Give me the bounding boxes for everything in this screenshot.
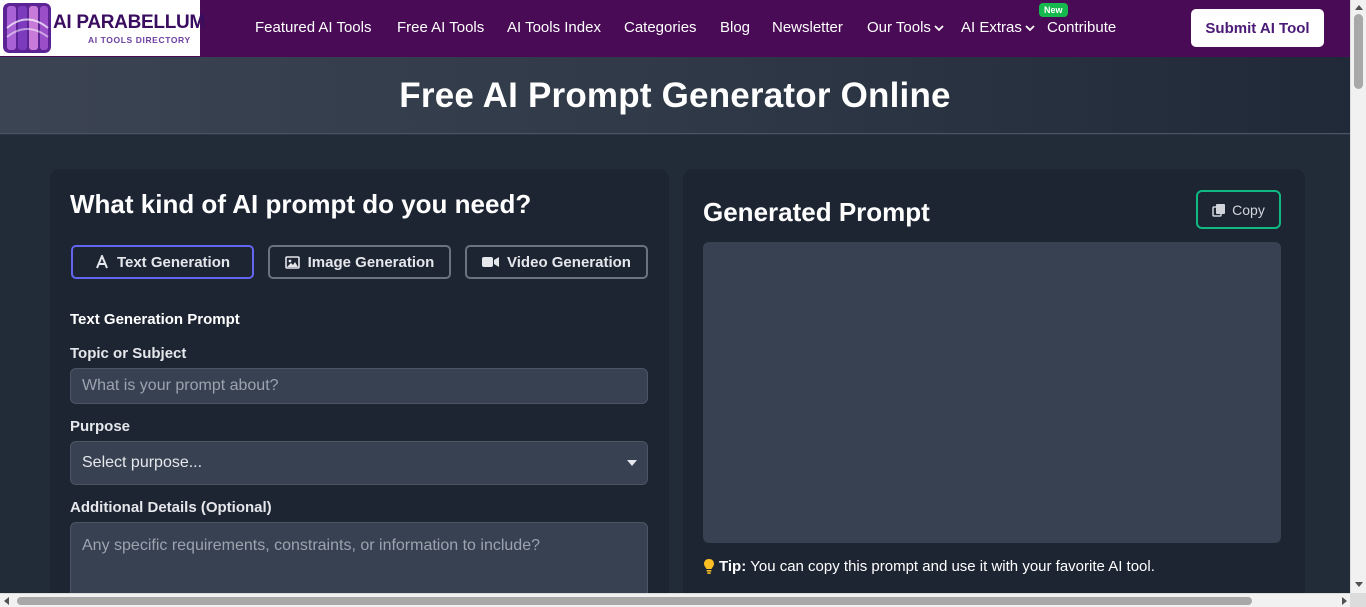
nav-free-ai-tools[interactable]: Free AI Tools [397,19,484,36]
details-label: Additional Details (Optional) [70,499,272,516]
horizontal-scroll-thumb[interactable] [17,597,1252,605]
tab-text-generation-label: Text Generation [116,253,231,271]
chevron-down-icon [1025,25,1035,32]
chevron-down-icon [934,25,944,32]
scroll-up-arrow-icon[interactable] [1355,5,1363,10]
caret-down-icon [627,460,637,466]
purpose-select[interactable]: Select purpose... [70,441,648,485]
page-title: Free AI Prompt Generator Online [399,76,951,115]
brand-logo[interactable]: AI PARABELLUM AI TOOLS DIRECTORY [0,0,205,56]
brand-logo-mark-icon [3,3,51,53]
generated-prompt-output[interactable] [703,242,1281,543]
tab-image-generation[interactable]: Image Generation [268,245,451,279]
nav-categories[interactable]: Categories [624,19,697,36]
horizontal-scrollbar[interactable] [0,593,1366,607]
copy-button[interactable]: Copy [1196,190,1281,229]
hero-banner: Free AI Prompt Generator Online [0,57,1350,134]
tip-text: Tip: You can copy this prompt and use it… [703,558,1155,575]
scroll-left-arrow-icon[interactable] [4,597,9,605]
nav-featured-ai-tools[interactable]: Featured AI Tools [255,19,371,36]
nav-newsletter[interactable]: Newsletter [772,19,843,36]
nav-our-tools-dropdown[interactable]: Our Tools [867,19,944,36]
scrollbar-corner [1350,593,1366,607]
tab-video-generation[interactable]: Video Generation [465,245,648,279]
topic-input[interactable] [70,368,648,404]
tip-message: You can copy this prompt and use it with… [750,558,1155,575]
top-navbar: AI PARABELLUM AI TOOLS DIRECTORY Feature… [0,0,1350,57]
video-icon [482,257,500,267]
scroll-right-arrow-icon[interactable] [1342,597,1347,605]
form-section-title: Text Generation Prompt [70,311,240,328]
brand-tagline: AI TOOLS DIRECTORY [88,35,191,45]
copy-icon [1212,203,1226,217]
generated-prompt-title: Generated Prompt [703,197,930,227]
vertical-scroll-thumb[interactable] [1354,14,1363,89]
image-icon [284,255,300,269]
tip-label: Tip: [719,558,747,575]
tab-text-generation[interactable]: Text Generation [71,245,254,279]
nav-ai-tools-index[interactable]: AI Tools Index [507,19,601,36]
tab-image-generation-label: Image Generation [307,253,435,271]
brand-name: AI PARABELLUM [53,12,205,33]
nav-ai-extras-label: AI Extras [961,19,1022,36]
submit-ai-tool-button[interactable]: Submit AI Tool [1191,9,1324,47]
scroll-down-arrow-icon[interactable] [1355,582,1363,587]
purpose-label: Purpose [70,418,131,435]
nav-our-tools-label: Our Tools [867,19,931,36]
nav-ai-extras-dropdown[interactable]: AI Extras [961,19,1035,36]
new-badge: New [1039,3,1068,17]
copy-button-label: Copy [1232,201,1265,218]
vertical-scrollbar[interactable] [1350,0,1366,593]
prompt-type-question: What kind of AI prompt do you need? [70,189,532,219]
tab-video-generation-label: Video Generation [507,253,631,271]
nav-contribute[interactable]: Contribute [1047,19,1116,36]
topic-label: Topic or Subject [70,345,187,362]
lightbulb-icon [704,559,714,574]
text-icon [96,255,108,269]
purpose-selected-value: Select purpose... [82,454,203,471]
nav-blog[interactable]: Blog [720,19,750,36]
